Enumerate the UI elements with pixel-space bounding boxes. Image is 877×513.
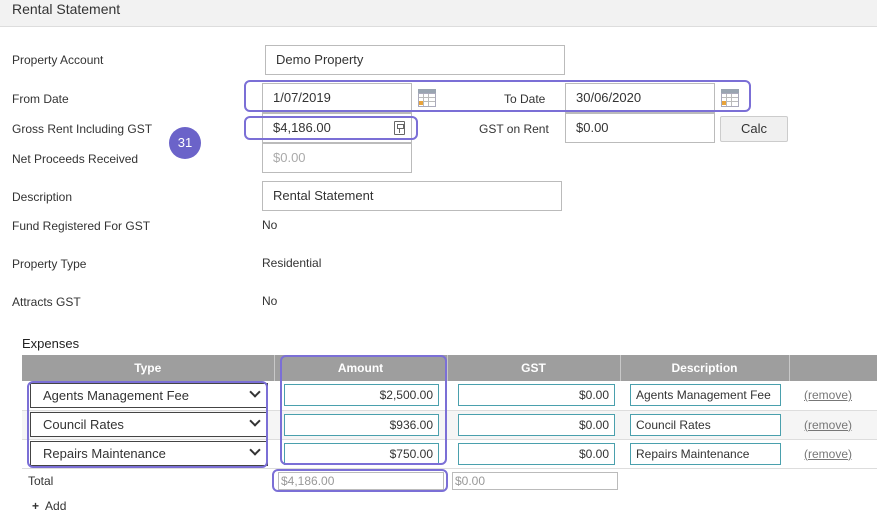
chevron-down-icon [249,415,261,427]
description-field[interactable]: Rental Statement [262,181,562,211]
table-header-row: Type Amount GST Description [22,355,877,381]
gst-field[interactable]: $0.00 [458,442,615,465]
calendar-icon[interactable] [721,89,739,107]
total-label: Total [28,474,54,488]
property-account-label: Property Account [12,53,104,67]
gst-field[interactable]: $0.00 [458,413,615,436]
expense-type-value: Agents Management Fee [43,387,189,403]
net-proceeds-label: Net Proceeds Received [12,152,139,166]
total-gst-field: $0.00 [452,472,618,490]
add-expense-button[interactable]: + Add [32,499,66,513]
gst-field[interactable]: $0.00 [458,384,615,407]
property-type-value: Residential [262,256,322,270]
from-date-label: From Date [12,92,69,106]
description-field[interactable]: Agents Management Fee [630,384,781,407]
attracts-gst-value: No [262,294,278,308]
net-proceeds-field[interactable]: $0.00 [262,143,412,173]
column-header-type: Type [22,355,275,381]
column-header-amount: Amount [274,355,448,381]
amount-field[interactable]: $750.00 [284,442,439,465]
description-field[interactable]: Repairs Maintenance [630,442,781,465]
remove-link[interactable]: (remove) [804,388,852,402]
table-row: Council Rates $936.00 $0.00 Council Rate… [22,410,877,440]
remove-link[interactable]: (remove) [804,447,852,461]
column-header-actions [789,355,877,381]
expenses-heading: Expenses [22,336,80,351]
expense-type-select[interactable]: Council Rates [30,412,268,437]
add-label: Add [45,499,67,513]
step-badge: 31 [169,127,201,159]
gross-rent-label: Gross Rent Including GST [12,122,153,136]
description-label: Description [12,190,73,204]
fund-gst-value: No [262,218,278,232]
table-row: Repairs Maintenance $750.00 $0.00 Repair… [22,439,877,469]
expense-type-value: Repairs Maintenance [43,446,166,461]
to-date-label: To Date [504,92,546,106]
total-amount-field: $4,186.00 [278,472,444,490]
expense-type-value: Council Rates [43,417,124,432]
amount-field[interactable]: $936.00 [284,413,439,436]
calendar-icon[interactable] [418,89,436,107]
title-bar: Rental Statement [0,0,877,27]
column-header-description: Description [620,355,790,381]
calc-button[interactable]: Calc [720,116,788,142]
description-field[interactable]: Council Rates [630,413,781,436]
property-type-label: Property Type [12,257,87,271]
remove-link[interactable]: (remove) [804,418,852,432]
to-date-field[interactable]: 30/06/2020 [565,83,715,113]
column-header-gst: GST [447,355,621,381]
gross-rent-field[interactable]: $4,186.00 [262,113,412,143]
chevron-down-icon [249,444,261,456]
page-title: Rental Statement [12,1,121,17]
expense-type-select[interactable]: Repairs Maintenance [30,441,268,466]
from-date-field[interactable]: 1/07/2019 [262,83,412,113]
expenses-table: Type Amount GST Description Agents Manag… [22,355,877,469]
attracts-gst-label: Attracts GST [12,295,81,309]
expense-type-select[interactable]: Agents Management Fee [30,382,268,408]
gst-on-rent-field[interactable]: $0.00 [565,113,715,143]
amount-field[interactable]: $2,500.00 [284,384,439,407]
gst-on-rent-label: GST on Rent [479,122,549,136]
chevron-down-icon [249,386,261,398]
table-row: Agents Management Fee $2,500.00 $0.00 Ag… [22,381,877,411]
calculator-icon[interactable] [394,121,405,135]
plus-icon: + [32,499,40,513]
property-account-field[interactable]: Demo Property [265,45,565,75]
fund-gst-label: Fund Registered For GST [12,219,151,233]
